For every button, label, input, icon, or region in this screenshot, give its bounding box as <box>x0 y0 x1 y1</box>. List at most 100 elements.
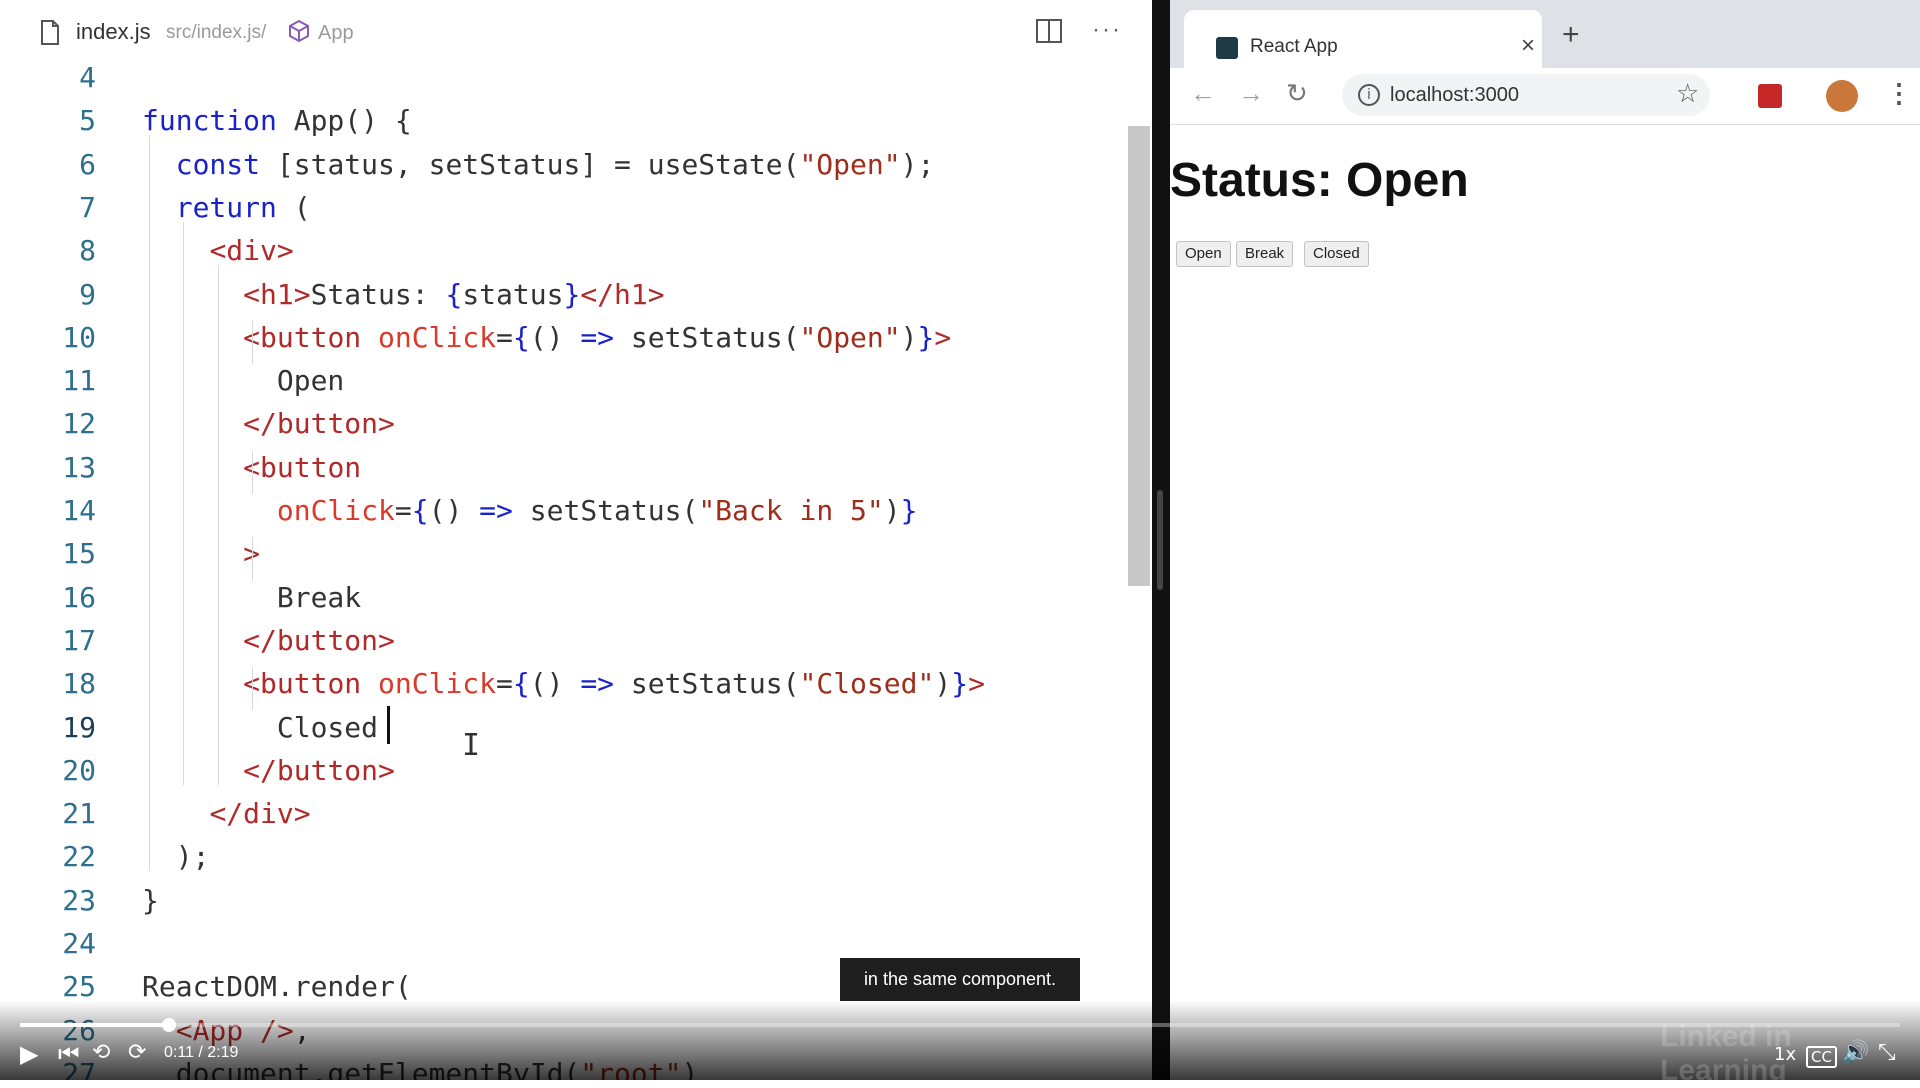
new-tab-icon[interactable]: + <box>1562 18 1580 52</box>
indent-guide <box>252 537 253 581</box>
code-line[interactable]: 18 <button onClick={() => setStatus("Clo… <box>0 662 1120 705</box>
code-line[interactable]: 14 onClick={() => setStatus("Back in 5")… <box>0 489 1120 532</box>
browser-tab[interactable]: React App × <box>1184 10 1542 68</box>
code-line[interactable]: 21 </div> <box>0 792 1120 835</box>
code-token: ReactDOM.render( <box>142 970 412 1004</box>
indent-guide <box>183 221 184 785</box>
volume-icon[interactable]: 🔊 <box>1842 1040 1869 1065</box>
breadcrumb-path[interactable]: src/index.js/ <box>166 22 266 44</box>
code-token: <div> <box>209 234 294 268</box>
code-token: ( <box>276 190 311 224</box>
code-token: () <box>529 320 581 354</box>
divider-handle[interactable] <box>1157 490 1163 590</box>
line-number: 17 <box>62 623 96 657</box>
closed-captions-button[interactable]: CC <box>1806 1046 1837 1068</box>
code-text: <button onClick={() => setStatus("Open")… <box>142 316 951 359</box>
close-icon[interactable]: × <box>1521 32 1535 60</box>
editor-scrollbar[interactable] <box>1128 126 1150 586</box>
playback-speed-button[interactable]: 1x <box>1774 1044 1796 1065</box>
info-icon[interactable]: i <box>1358 84 1380 106</box>
line-number: 19 <box>62 710 96 744</box>
code-area[interactable]: 4 5 function App() { 6 const [status, setSt… <box>0 56 1120 1080</box>
browser-toolbar: ← → ↻ i localhost:3000 ☆ ⋮ <box>1170 68 1920 125</box>
code-line[interactable]: 11 Open <box>0 359 1120 402</box>
line-number: 24 <box>62 927 96 960</box>
break-button[interactable]: Break <box>1236 241 1294 267</box>
code-editor[interactable]: index.js src/index.js/ App ··· 4 5 functio… <box>0 0 1152 1080</box>
code-line[interactable]: 22 ); <box>0 835 1120 878</box>
indent-guide <box>149 135 150 872</box>
code-line[interactable]: 15 > <box>0 532 1120 575</box>
forward-arrow-icon[interactable]: → <box>1238 78 1264 109</box>
code-text: } <box>142 879 159 922</box>
code-line[interactable]: 23} <box>0 879 1120 922</box>
forward-10-icon[interactable]: ⟳ <box>128 1040 146 1065</box>
code-line[interactable]: 9 <h1>Status: {status}</h1> <box>0 273 1120 316</box>
code-text: </button> <box>142 619 395 662</box>
code-token: } <box>563 277 581 311</box>
code-line[interactable]: 13 <button <box>0 446 1120 489</box>
code-token: } <box>142 883 159 917</box>
menu-icon[interactable]: ⋮ <box>1886 78 1912 109</box>
play-icon[interactable]: ▶ <box>20 1040 38 1068</box>
code-line[interactable]: 7 return ( <box>0 186 1120 229</box>
code-line[interactable]: 20 </button> <box>0 749 1120 792</box>
star-icon[interactable]: ☆ <box>1676 78 1699 109</box>
editor-tab-filename[interactable]: index.js <box>76 19 151 45</box>
code-line[interactable]: 19 Closed <box>0 706 1120 749</box>
code-token: </button> <box>243 623 395 657</box>
reload-icon[interactable]: ↻ <box>1286 78 1308 109</box>
avatar[interactable] <box>1826 80 1858 112</box>
code-line[interactable]: 12 </button> <box>0 402 1120 445</box>
code-token: ) <box>934 667 952 701</box>
code-token: setStatus( <box>614 667 800 701</box>
code-text: const [status, setStatus] = useState("Op… <box>142 143 935 186</box>
extension-icon[interactable] <box>1758 84 1782 108</box>
line-number: 5 <box>79 104 96 138</box>
more-icon[interactable]: ··· <box>1092 16 1122 44</box>
back-arrow-icon[interactable]: ← <box>1190 78 1216 109</box>
code-line[interactable]: 4 <box>0 56 1120 99</box>
breadcrumb-symbol[interactable]: App <box>318 22 354 45</box>
code-line[interactable]: 16 Break <box>0 576 1120 619</box>
code-token: App() { <box>276 104 412 138</box>
code-token: } <box>900 494 918 527</box>
code-token: = <box>496 667 513 701</box>
code-token: } <box>917 320 935 354</box>
page-content: Status: Open Open Break Closed <box>1170 125 1920 1080</box>
code-line[interactable]: 10 <button onClick={() => setStatus("Ope… <box>0 316 1120 359</box>
fullscreen-icon[interactable]: ⤡ <box>1878 1040 1896 1065</box>
split-editor-icon[interactable] <box>1035 18 1063 44</box>
open-button[interactable]: Open <box>1176 241 1231 267</box>
code-line[interactable]: 6 const [status, setStatus] = useState("… <box>0 143 1120 186</box>
code-token: { <box>512 320 530 354</box>
code-token: </button> <box>243 407 395 441</box>
rewind-10-icon[interactable]: ⟲ <box>92 1040 110 1065</box>
code-token: [status, setStatus] = useState( <box>260 147 800 181</box>
line-number: 10 <box>62 320 96 354</box>
progress-bar[interactable] <box>20 1018 1900 1032</box>
url-text[interactable]: localhost:3000 <box>1390 84 1519 107</box>
code-line[interactable]: 17 </button> <box>0 619 1120 662</box>
address-bar[interactable]: i localhost:3000 ☆ <box>1342 74 1710 116</box>
indent-guide <box>218 265 219 785</box>
code-token: const <box>175 147 261 181</box>
code-token: function <box>142 104 277 138</box>
code-line[interactable]: 5 function App() { <box>0 99 1120 142</box>
code-line[interactable]: 8 <div> <box>0 229 1120 272</box>
text-cursor <box>387 706 390 744</box>
code-token: > <box>934 320 952 354</box>
browser-tab-strip: React App × + <box>1170 0 1920 68</box>
progress-handle[interactable] <box>161 1018 176 1032</box>
closed-button[interactable]: Closed <box>1304 241 1369 267</box>
code-text: > <box>142 532 260 575</box>
previous-icon[interactable]: ⏮ <box>58 1040 80 1068</box>
code-token: </div> <box>209 797 311 831</box>
code-text: Break <box>142 576 361 619</box>
